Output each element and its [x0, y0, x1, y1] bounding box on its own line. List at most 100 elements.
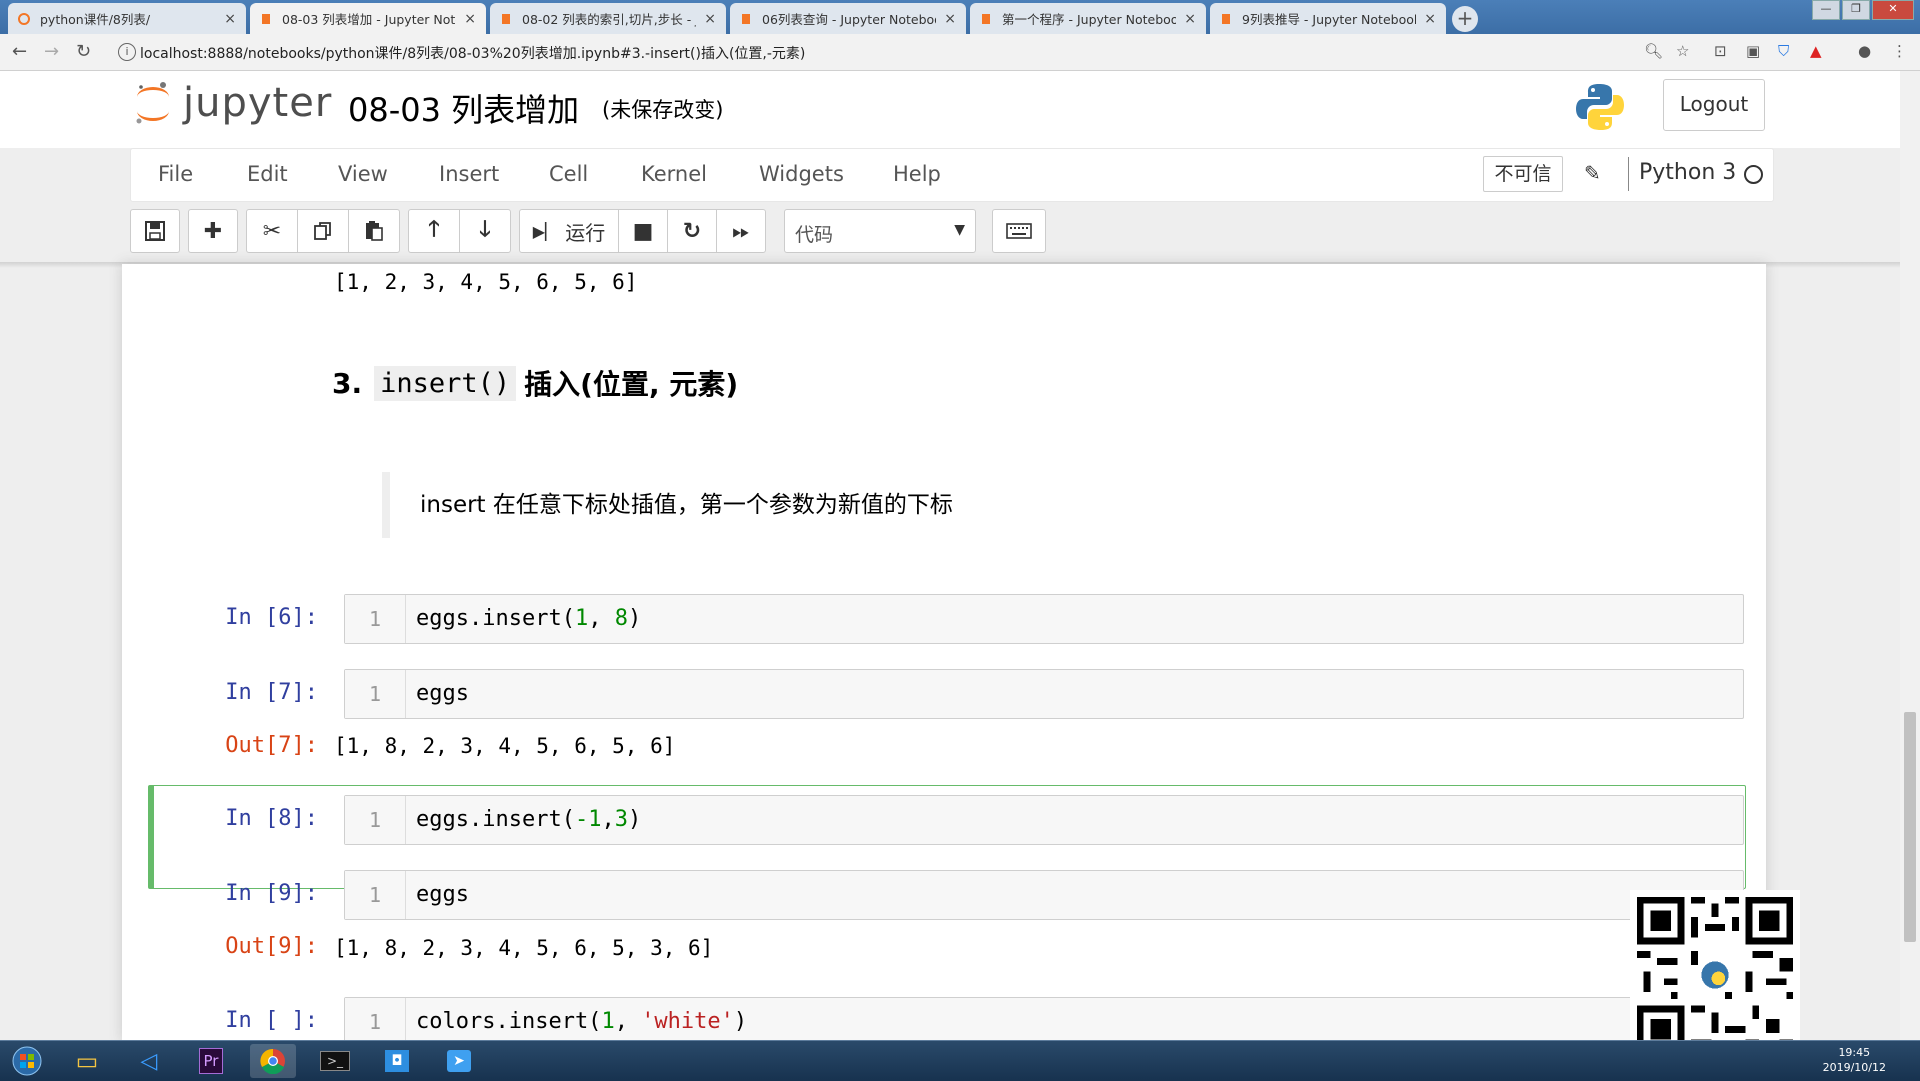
markdown-blockquote[interactable]: insert 在任意下标处插值，第一个参数为新值的下标 — [382, 472, 1282, 538]
input-prompt: In [ ]: — [225, 1008, 318, 1033]
menu-view[interactable]: View — [338, 162, 388, 186]
move-up-button[interactable]: 🡑 — [408, 209, 460, 253]
zoom-icon[interactable]: 🔍︎ — [1644, 42, 1663, 60]
close-tab-icon[interactable]: × — [464, 11, 476, 27]
browser-tab-title: 08-03 列表增加 - Jupyter Notel — [282, 12, 457, 27]
browser-tab[interactable]: 第一个程序 - Jupyter Notebook × — [970, 3, 1206, 34]
extension-icon[interactable]: ▣ — [1746, 42, 1760, 60]
restart-run-all-button[interactable]: ⏩︎ — [716, 209, 766, 253]
code-text[interactable]: eggs — [416, 670, 469, 718]
app-icon[interactable]: ◘ — [374, 1044, 420, 1078]
menu-dots-icon[interactable]: ⋮ — [1892, 42, 1907, 60]
site-info-icon[interactable]: i — [118, 43, 136, 61]
line-number: 1 — [345, 871, 406, 919]
shield-icon[interactable]: ⛉ — [1778, 42, 1789, 60]
notebook-title[interactable]: 08-03 列表增加 — [348, 85, 579, 131]
line-number: 1 — [345, 998, 406, 1040]
cell-output: [1, 8, 2, 3, 4, 5, 6, 5, 6] — [334, 734, 676, 758]
menu-widgets[interactable]: Widgets — [759, 162, 844, 186]
browser-tab-title: 第一个程序 - Jupyter Notebook — [1002, 12, 1177, 27]
copy-button[interactable] — [297, 209, 349, 253]
menu-file[interactable]: File — [158, 162, 193, 186]
vscode-icon[interactable]: ◁ — [126, 1044, 172, 1078]
app-icon[interactable]: ➤ — [436, 1044, 482, 1078]
premiere-icon[interactable]: Pr — [188, 1044, 234, 1078]
bookmark-star-icon[interactable]: ☆ — [1676, 42, 1689, 60]
minimize-icon[interactable]: — — [1812, 0, 1840, 20]
add-cell-button[interactable]: ✚ — [188, 209, 238, 253]
menu-kernel[interactable]: Kernel — [641, 162, 707, 186]
browser-tab-title: 06列表查询 - Jupyter Noteboo — [762, 12, 937, 27]
restart-button[interactable]: ↻ — [667, 209, 717, 253]
cut-button[interactable]: ✂ — [246, 209, 298, 253]
menu-cell[interactable]: Cell — [549, 162, 588, 186]
menu-insert[interactable]: Insert — [439, 162, 499, 186]
start-button[interactable] — [4, 1044, 50, 1078]
profile-icon[interactable]: ● — [1858, 42, 1871, 60]
browser-tab[interactable]: 9列表推导 - Jupyter Notebook × — [1210, 3, 1446, 34]
code-input[interactable]: 1 colors.insert(1, 'white') — [344, 997, 1744, 1040]
close-tab-icon[interactable]: × — [944, 11, 956, 27]
system-clock[interactable]: 19:45 2019/10/12 — [1823, 1045, 1886, 1075]
address-bar: ← → ↻ i localhost:8888/notebooks/python课… — [0, 34, 1920, 71]
code-input[interactable]: 1 eggs — [344, 870, 1744, 920]
save-button[interactable] — [130, 209, 180, 253]
notebook-favicon-icon — [502, 13, 510, 24]
forward-arrow-icon[interactable]: → — [44, 41, 59, 62]
close-tab-icon[interactable]: × — [704, 11, 716, 27]
terminal-icon[interactable]: >_ — [312, 1044, 358, 1078]
file-explorer-icon[interactable]: ▭ — [64, 1044, 110, 1078]
maximize-icon[interactable]: ❐ — [1842, 0, 1870, 20]
plus-icon: ✚ — [203, 218, 223, 244]
clock-date: 2019/10/12 — [1822, 1061, 1886, 1074]
run-label: 运行 — [565, 220, 606, 245]
close-window-icon[interactable]: ✕ — [1872, 0, 1914, 20]
move-down-button[interactable]: 🡓 — [459, 209, 511, 253]
notebook-favicon-icon — [1222, 13, 1230, 24]
code-text[interactable]: eggs.insert(1, 8) — [416, 595, 641, 643]
command-palette-button[interactable] — [992, 209, 1046, 253]
code-text[interactable]: colors.insert(1, 'white') — [416, 998, 747, 1040]
new-tab-button[interactable]: + — [1452, 6, 1478, 32]
code-input[interactable]: 1 eggs.insert(-1,3) — [344, 795, 1744, 845]
interrupt-button[interactable]: ■ — [618, 209, 668, 253]
acrobat-icon[interactable]: ▲ — [1810, 42, 1822, 60]
line-number: 1 — [345, 670, 406, 718]
browser-tab[interactable]: python课件/8列表/ × — [8, 3, 246, 34]
close-tab-icon[interactable]: × — [1424, 11, 1436, 27]
paste-button[interactable] — [348, 209, 400, 253]
cell-type-select[interactable]: 代码 ▼ — [784, 209, 976, 253]
close-tab-icon[interactable]: × — [1184, 11, 1196, 27]
output-prompt: Out[9]: — [225, 934, 318, 959]
code-input[interactable]: 1 eggs — [344, 669, 1744, 719]
back-arrow-icon[interactable]: ← — [12, 41, 27, 62]
notebook-page: [1, 2, 3, 4, 5, 6, 5, 6] 3. insert() 插入(… — [122, 264, 1766, 1040]
input-prompt: In [7]: — [225, 680, 318, 705]
code-text[interactable]: eggs — [416, 871, 469, 919]
code-text[interactable]: eggs.insert(-1,3) — [416, 796, 641, 844]
extension-icon[interactable]: ⊡ — [1714, 42, 1727, 60]
kernel-name[interactable]: Python 3 — [1639, 160, 1736, 185]
trust-notebook-button[interactable]: 不可信 — [1483, 156, 1563, 192]
run-button[interactable]: ▶▏ 运行 — [519, 209, 619, 253]
url-field[interactable]: localhost:8888/notebooks/python课件/8列表/08… — [140, 43, 805, 63]
chrome-icon[interactable] — [250, 1044, 296, 1078]
edit-pencil-icon[interactable]: ✎ — [1584, 161, 1601, 185]
menu-help[interactable]: Help — [893, 162, 941, 186]
reload-icon[interactable]: ↻ — [76, 41, 91, 62]
logout-button[interactable]: Logout — [1663, 79, 1765, 131]
browser-tab[interactable]: 06列表查询 - Jupyter Noteboo × — [730, 3, 966, 34]
browser-tab[interactable]: 08-02 列表的索引,切片,步长 - J × — [490, 3, 726, 34]
keyboard-icon — [1006, 223, 1032, 239]
browser-tab-active[interactable]: 08-03 列表增加 - Jupyter Notel × — [250, 3, 486, 34]
markdown-heading[interactable]: 3. insert() 插入(位置, 元素) — [332, 363, 738, 403]
scrollbar-thumb[interactable] — [1904, 712, 1916, 942]
jupyter-logo[interactable]: jupyter — [133, 79, 332, 127]
python-logo-icon — [1576, 84, 1624, 130]
cell-type-value: 代码 — [795, 224, 834, 246]
menu-edit[interactable]: Edit — [247, 162, 288, 186]
stop-icon: ■ — [632, 218, 654, 244]
close-tab-icon[interactable]: × — [224, 11, 236, 27]
heading-number: 3. — [332, 366, 363, 400]
code-input[interactable]: 1 eggs.insert(1, 8) — [344, 594, 1744, 644]
